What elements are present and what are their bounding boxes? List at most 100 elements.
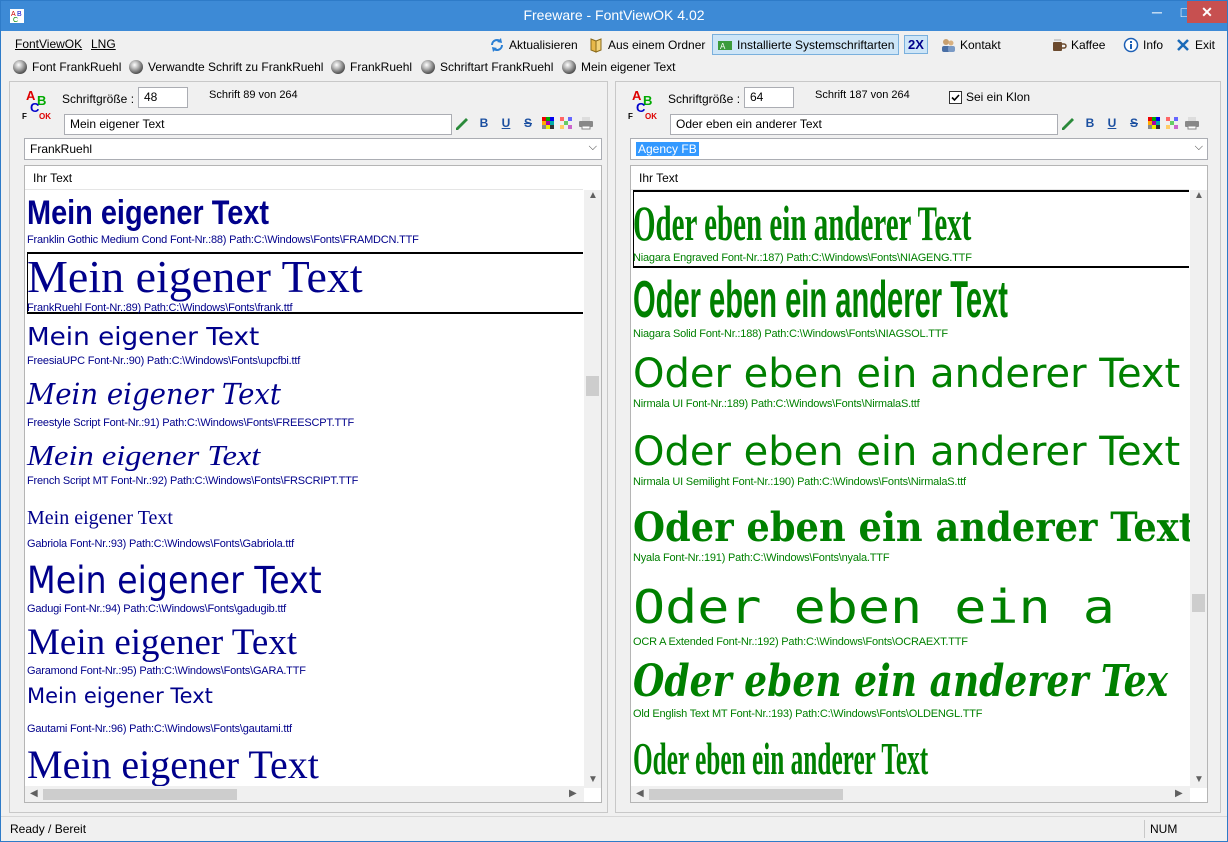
scroll-thumb[interactable] <box>586 376 599 396</box>
font-preview-row[interactable]: Oder eben ein a OCR A Extended Font-Nr.:1… <box>633 584 1115 648</box>
font-sample-text: Oder eben ein a <box>633 580 1115 634</box>
printer-icon[interactable] <box>578 116 594 130</box>
vertical-scrollbar[interactable]: ▲ ▼ <box>584 190 601 788</box>
strikethrough-icon[interactable]: S <box>1126 116 1142 130</box>
font-preview-row[interactable]: Mein eigener Text Gadugi Font-Nr.:94) Pat… <box>27 562 355 615</box>
installed-fonts-button[interactable]: A Installierte Systemschriftarten <box>712 34 900 55</box>
bold-icon[interactable]: B <box>476 116 492 130</box>
title-bar[interactable]: ABC Freeware - FontViewOK 4.02 ─ □ ✕ <box>1 1 1227 31</box>
font-preview-row[interactable]: Mein eigener Text French Script MT Font-N… <box>27 442 358 488</box>
font-sample-text: Mein eigener Text <box>27 377 282 411</box>
scroll-up-icon[interactable]: ▲ <box>1194 190 1204 201</box>
font-sample-text: Mein eigener Text <box>27 684 213 708</box>
from-folder-button[interactable]: Aus einem Ordner <box>584 34 709 55</box>
underline-icon[interactable]: U <box>1104 116 1120 130</box>
bold-icon[interactable]: B <box>1082 116 1098 130</box>
quick-own-text[interactable]: Mein eigener Text <box>562 60 676 74</box>
quick-label: FrankRuehl <box>350 60 413 74</box>
scroll-up-icon[interactable]: ▲ <box>588 190 598 201</box>
font-preview-row[interactable]: Oder eben ein anderer Text <box>633 736 1170 782</box>
font-info-text: FreesiaUPC Font-Nr.:90) Path:C:\Windows\… <box>27 355 301 367</box>
font-info-text: Garamond Font-Nr.:95) Path:C:\Windows\Fo… <box>27 665 306 677</box>
font-info-text: OCR A Extended Font-Nr.:192) Path:C:\Win… <box>633 636 968 648</box>
menu-lng[interactable]: LNG <box>91 37 116 51</box>
status-divider <box>1144 820 1145 838</box>
font-preview-row[interactable]: Mein eigener Text FrankRuehl Font-Nr.:89)… <box>27 251 363 315</box>
font-preview-row[interactable]: Mein eigener Text FreesiaUPC Font-Nr.:90)… <box>27 324 300 367</box>
bgcolor-grid-icon[interactable] <box>1166 117 1178 129</box>
coffee-button[interactable]: Kaffee <box>1047 34 1109 55</box>
zoom-2x-button[interactable]: 2X <box>904 35 928 54</box>
font-preview-row[interactable]: Mein eigener Text Freestyle Script Font-N… <box>27 377 354 430</box>
close-button[interactable]: ✕ <box>1187 1 1227 23</box>
strikethrough-icon[interactable]: S <box>520 116 536 130</box>
preview-text-input[interactable]: Oder eben ein anderer Text <box>670 114 1058 135</box>
quick-related-font[interactable]: Verwandte Schrift zu FrankRuehl <box>129 60 323 74</box>
font-preview-row[interactable]: Mein eigener Text Garamond Font-Nr.:95) P… <box>27 624 306 677</box>
pen-icon[interactable] <box>454 116 470 130</box>
status-bar: Ready / Bereit NUM <box>1 816 1227 841</box>
font-preview-row[interactable]: Mein eigener Text <box>27 745 319 785</box>
refresh-button[interactable]: Aktualisieren <box>485 34 582 55</box>
quick-schriftart-frankruehl[interactable]: Schriftart FrankRuehl <box>421 60 553 74</box>
font-preview-row[interactable]: Oder eben ein anderer Text Niagara Solid … <box>633 271 1207 340</box>
scroll-down-icon[interactable]: ▼ <box>1194 774 1204 785</box>
scroll-thumb[interactable] <box>1192 594 1205 612</box>
font-size-input[interactable]: 48 <box>138 87 188 108</box>
font-info-text: Gabriola Font-Nr.:93) Path:C:\Windows\Fo… <box>27 538 294 550</box>
font-preview-row[interactable]: Mein eigener Text Gabriola Font-Nr.:93) P… <box>27 508 294 550</box>
preview-text-input[interactable]: Mein eigener Text <box>64 114 452 135</box>
font-select[interactable]: FrankRuehl ⌵ <box>24 138 602 160</box>
font-sample-text: Oder eben ein anderer Text <box>633 271 1008 329</box>
scroll-left-icon[interactable]: ◀ <box>636 788 644 799</box>
scroll-right-icon[interactable]: ▶ <box>569 788 577 799</box>
pen-icon[interactable] <box>1060 116 1076 130</box>
font-sample-text: Oder eben ein anderer Text <box>633 733 929 784</box>
quick-frankruehl[interactable]: FrankRuehl <box>331 60 412 74</box>
info-button[interactable]: Info <box>1119 34 1167 55</box>
font-sample-text: Mein eigener Text <box>27 251 363 302</box>
color-grid-icon[interactable] <box>542 117 554 129</box>
scroll-right-icon[interactable]: ▶ <box>1175 788 1183 799</box>
font-preview-row[interactable]: Mein eigener Text Gautami Font-Nr.:96) Pa… <box>27 684 292 736</box>
font-preview-row[interactable]: Oder eben ein anderer Tex Old English Tex… <box>633 656 1207 721</box>
vertical-scrollbar[interactable]: ▲ ▼ <box>1190 190 1207 788</box>
exit-x-icon <box>1177 38 1189 51</box>
font-select[interactable]: Agency FB ⌵ <box>630 138 1208 160</box>
scroll-down-icon[interactable]: ▼ <box>588 774 598 785</box>
hscroll-thumb[interactable] <box>43 789 237 800</box>
font-count: Schrift 187 von 264 <box>815 89 910 101</box>
font-info-text: Niagara Solid Font-Nr.:188) Path:C:\Wind… <box>633 328 948 340</box>
scroll-left-icon[interactable]: ◀ <box>30 788 38 799</box>
horizontal-scrollbar[interactable]: ◀ ▶ <box>25 786 584 802</box>
exit-button[interactable]: Exit <box>1171 34 1219 55</box>
quick-font-frankruehl[interactable]: Font FrankRuehl <box>13 60 121 74</box>
list-header: Ihr Text <box>631 166 1189 190</box>
font-sample-text: Mein eigener Text <box>27 622 298 663</box>
printer-icon[interactable] <box>1184 116 1200 130</box>
font-preview-row[interactable]: Oder eben ein anderer Text Nirmala UI Sem… <box>633 432 1180 488</box>
contact-button[interactable]: Kontakt <box>936 34 1005 55</box>
horizontal-scrollbar[interactable]: ◀ ▶ <box>631 786 1190 802</box>
font-preview-row[interactable]: Oder eben ein anderer Text Nirmala UI Fon… <box>633 354 1180 410</box>
font-preview-row[interactable]: Oder eben ein anderer Text Niagara Engrav… <box>633 195 1207 264</box>
font-preview-row[interactable]: Oder eben ein anderer Text Nyala Font-Nr.… <box>633 508 1207 565</box>
font-preview-list[interactable]: Ihr Text Mein eigener Text Franklin Gothi… <box>24 165 602 803</box>
clone-checkbox[interactable]: Sei ein Klon <box>949 90 1030 104</box>
font-sample-text: Oder eben ein anderer Tex <box>633 656 1169 707</box>
menu-fontviewok-label: FontViewOK <box>15 37 83 51</box>
underline-icon[interactable]: U <box>498 116 514 130</box>
bgcolor-grid-icon[interactable] <box>560 117 572 129</box>
font-sample-text: Oder eben ein anderer Text <box>633 195 972 251</box>
hscroll-thumb[interactable] <box>649 789 843 800</box>
refresh-label: Aktualisieren <box>509 37 578 52</box>
checkbox-checked-icon[interactable] <box>949 90 962 104</box>
font-count: Schrift 89 von 264 <box>209 89 298 101</box>
font-size-input[interactable]: 64 <box>744 87 794 108</box>
menu-fontviewok[interactable]: FontViewOK <box>15 37 82 51</box>
font-size-label: Schriftgröße : <box>62 92 135 106</box>
font-preview-row[interactable]: Mein eigener Text Franklin Gothic Medium … <box>27 196 419 246</box>
minimize-button[interactable]: ─ <box>1143 1 1171 23</box>
font-preview-list[interactable]: Ihr Text Oder eben ein anderer Text Niaga… <box>630 165 1208 803</box>
color-grid-icon[interactable] <box>1148 117 1160 129</box>
